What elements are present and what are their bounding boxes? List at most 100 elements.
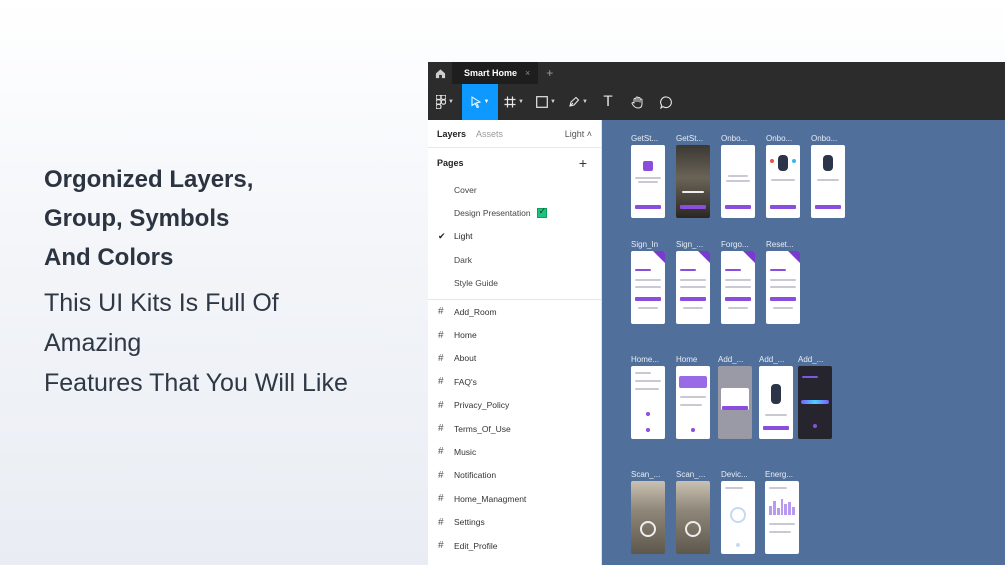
text-line xyxy=(725,487,743,489)
new-tab-button[interactable]: + xyxy=(538,62,561,84)
figma-logo-icon xyxy=(436,95,447,109)
frame-thumbnail[interactable] xyxy=(798,366,832,439)
main-menu-button[interactable]: ▼ xyxy=(428,84,462,120)
frame-tool-button[interactable]: ▼ xyxy=(498,84,530,120)
frame-thumbnail[interactable] xyxy=(676,366,710,439)
scan-ring xyxy=(685,521,701,537)
page-item-dark[interactable]: Dark xyxy=(428,248,601,271)
text-line xyxy=(728,307,748,309)
text-line xyxy=(680,269,696,271)
page-item-cover[interactable]: Cover xyxy=(428,178,601,201)
frame-thumbnail[interactable] xyxy=(766,251,800,324)
text-line xyxy=(682,191,704,193)
text-line xyxy=(728,175,748,177)
text-line xyxy=(635,177,661,179)
frame-thumbnail[interactable] xyxy=(765,481,799,554)
frame-icon: # xyxy=(438,376,444,388)
frame-label: Reset... xyxy=(766,240,794,249)
page-item-design-presentation[interactable]: Design Presentation xyxy=(428,201,601,224)
input-line xyxy=(770,279,796,281)
frame-thumbnail[interactable] xyxy=(631,251,665,324)
frame-thumbnail[interactable] xyxy=(631,145,665,218)
layer-item[interactable]: # Music xyxy=(428,440,601,463)
close-tab-icon[interactable]: × xyxy=(525,68,530,78)
frame-thumbnail[interactable] xyxy=(759,366,793,439)
chevron-down-icon: ▼ xyxy=(448,99,454,105)
sound-wave xyxy=(801,400,829,404)
frame-icon: # xyxy=(438,516,444,528)
text-line xyxy=(769,531,791,533)
layer-item[interactable]: # About xyxy=(428,347,601,370)
chevron-down-icon: ▼ xyxy=(518,99,524,105)
pen-tool-button[interactable]: ▼ xyxy=(562,84,594,120)
promo-block: Orgonized Layers, Group, Symbols And Col… xyxy=(44,160,404,403)
layer-item[interactable]: # Edit_Profile xyxy=(428,534,601,557)
frame-label: Sign_... xyxy=(676,240,704,249)
frame-thumbnail[interactable] xyxy=(721,145,755,218)
page-selector-dropdown[interactable]: Light ˄ xyxy=(565,129,592,139)
comment-tool-button[interactable] xyxy=(652,84,680,120)
chevron-down-icon: ▼ xyxy=(582,99,588,105)
layer-item[interactable]: # Home_Managment xyxy=(428,487,601,510)
frame-thumbnail[interactable] xyxy=(676,481,710,554)
frame-label: Home... xyxy=(631,355,660,364)
primary-button xyxy=(815,205,841,209)
add-page-button[interactable]: + xyxy=(579,155,587,171)
primary-button xyxy=(680,205,706,209)
tab-layers[interactable]: Layers xyxy=(437,129,466,139)
layer-item[interactable]: # Add_Room xyxy=(428,300,601,323)
promo-sub-line: This UI Kits Is Full Of xyxy=(44,289,279,317)
frame-thumbnail[interactable] xyxy=(721,251,755,324)
layer-item[interactable]: # Terms_Of_Use xyxy=(428,417,601,440)
layer-item[interactable]: # Notification xyxy=(428,464,601,487)
frame-thumbnail[interactable] xyxy=(631,366,665,439)
frame-thumbnail[interactable] xyxy=(718,366,752,439)
frame-thumbnail[interactable] xyxy=(631,481,665,554)
input-line xyxy=(680,286,706,288)
text-line xyxy=(635,388,659,390)
frame-label: Add_... xyxy=(718,355,744,364)
home-button[interactable] xyxy=(428,62,452,84)
frame-thumbnail[interactable] xyxy=(811,145,845,218)
frame-thumbnail[interactable] xyxy=(676,251,710,324)
text-tool-button[interactable]: T xyxy=(594,84,622,120)
frame-thumbnail[interactable] xyxy=(676,145,710,218)
page-item-light[interactable]: ✔ Light xyxy=(428,225,601,248)
design-canvas[interactable]: GetSt... GetSt... Onbo... Onbo... Onbo... Sig… xyxy=(602,120,1005,565)
home-icon xyxy=(435,68,445,78)
page-item-style-guide[interactable]: Style Guide xyxy=(428,272,601,295)
accent-dot xyxy=(792,159,796,163)
layer-item[interactable]: # FAQ's xyxy=(428,370,601,393)
energy-bar xyxy=(784,504,788,515)
text-line xyxy=(680,404,702,406)
page-item-label: Dark xyxy=(454,254,472,265)
frame-thumbnail[interactable] xyxy=(721,481,755,554)
input-line xyxy=(770,286,796,288)
comment-icon xyxy=(659,95,672,109)
energy-bar xyxy=(788,502,792,515)
corner-decoration xyxy=(743,251,755,263)
layer-item-label: FAQ's xyxy=(454,376,477,387)
input-line xyxy=(635,286,661,288)
primary-button xyxy=(770,297,796,301)
layer-item[interactable]: # Settings xyxy=(428,510,601,533)
cursor-icon xyxy=(471,96,481,108)
app-icon xyxy=(643,161,653,171)
layer-item[interactable]: # Home xyxy=(428,323,601,346)
tab-assets[interactable]: Assets xyxy=(476,129,503,139)
text-icon: T xyxy=(603,94,613,110)
page-item-label: Style Guide xyxy=(454,278,498,289)
hand-tool-button[interactable] xyxy=(622,84,652,120)
file-tab[interactable]: Smart Home × xyxy=(452,62,539,84)
energy-bar xyxy=(769,506,772,515)
frame-thumbnail[interactable] xyxy=(766,145,800,218)
layer-item[interactable]: # Privacy_Policy xyxy=(428,394,601,417)
frame-icon: # xyxy=(438,469,444,481)
primary-button xyxy=(763,426,789,430)
shape-tool-button[interactable]: ▼ xyxy=(530,84,562,120)
move-tool-button[interactable]: ▼ xyxy=(462,84,498,120)
promo-sub-line: Amazing xyxy=(44,329,142,357)
hand-icon xyxy=(630,95,642,109)
primary-button xyxy=(725,205,751,209)
frame-icon: # xyxy=(438,446,444,458)
